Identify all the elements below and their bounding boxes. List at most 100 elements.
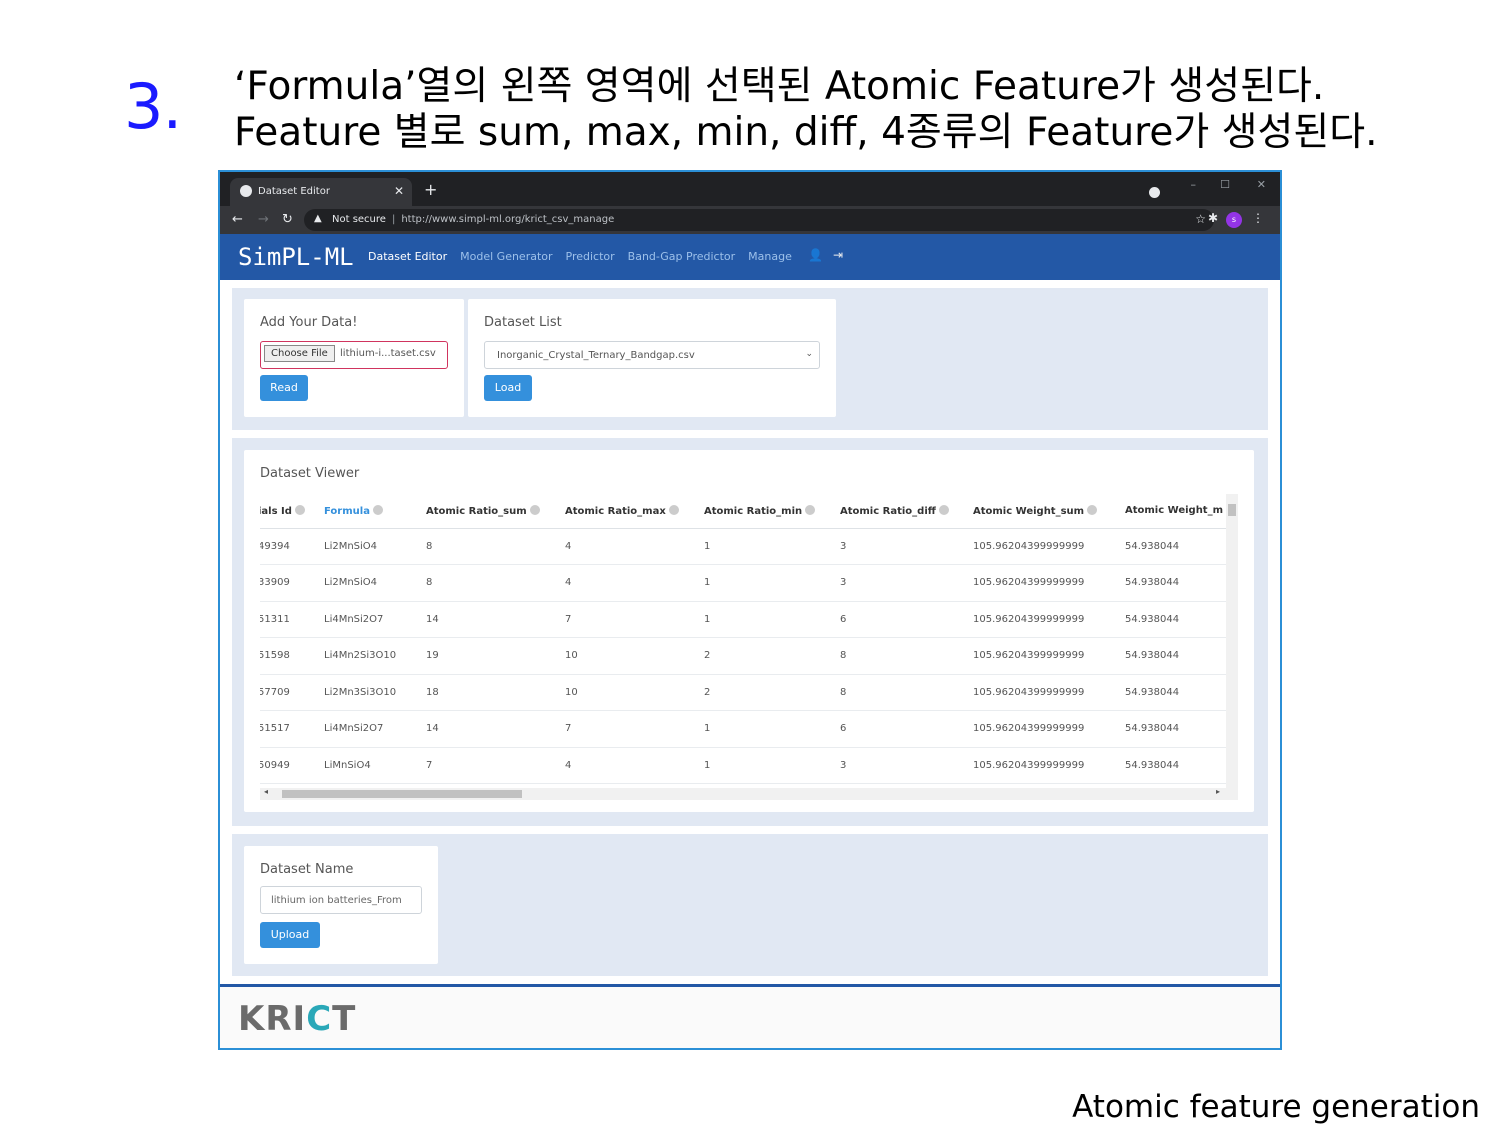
table-row: 51311 Li4MnSi2O7 14 7 1 6 105.96204399999999 54… (260, 601, 1235, 638)
table-cell: 57709 (260, 674, 324, 711)
table-cell: 54.938044 (1125, 747, 1235, 784)
nav-icons: 👤 ⇥ (808, 248, 843, 262)
table-cell: 1 (704, 528, 840, 565)
table-cell: 4 (565, 747, 704, 784)
scroll-left-arrow-icon[interactable]: ◂ (264, 787, 268, 796)
table-container[interactable]: ials Id Formula Atomic Ratio_sum Atomic … (260, 494, 1238, 800)
table-cell: 1 (704, 601, 840, 638)
dataset-name-input[interactable]: lithium ion batteries_From (260, 886, 422, 914)
column-header-formula[interactable]: Formula (324, 494, 426, 529)
column-header[interactable]: Atomic Ratio_min (704, 494, 840, 529)
table-cell: 105.96204399999999 (973, 564, 1125, 602)
account-icon[interactable] (1149, 187, 1160, 198)
krict-logo: KRICT (238, 999, 357, 1039)
table-cell: 14 (426, 601, 565, 638)
back-icon[interactable]: ← (232, 212, 243, 227)
table-body: 49394 Li2MnSiO4 8 4 1 3 105.96204399999999 54.9… (260, 528, 1235, 784)
dataset-select-value: Inorganic_Crystal_Ternary_Bandgap.csv (497, 350, 695, 361)
column-header[interactable]: Atomic Ratio_diff (840, 494, 973, 529)
table-cell: 105.96204399999999 (973, 528, 1125, 565)
dataset-viewer-title: Dataset Viewer (260, 466, 360, 481)
maximize-icon[interactable]: ☐ (1220, 178, 1230, 191)
sort-icon[interactable] (1087, 504, 1098, 515)
table-row: 57709 Li2Mn3Si3O10 18 10 2 8 105.9620439999999… (260, 674, 1235, 711)
chevron-down-icon: ⌄ (805, 349, 813, 359)
table-cell: 4 (565, 528, 704, 565)
table-cell: 7 (565, 601, 704, 638)
sort-icon[interactable] (294, 504, 305, 515)
read-button[interactable]: Read (260, 375, 308, 401)
reload-icon[interactable]: ↻ (282, 212, 293, 227)
vertical-scrollbar[interactable] (1226, 494, 1238, 788)
tab-title: Dataset Editor (258, 186, 330, 197)
user-icon[interactable]: 👤 (808, 248, 823, 262)
minimize-icon[interactable]: – (1191, 178, 1197, 191)
table-row: 33909 Li2MnSiO4 8 4 1 3 105.96204399999999 54.9… (260, 564, 1235, 602)
app-logo[interactable]: SimPL-ML (238, 243, 354, 271)
menu-icon[interactable]: ⋮ (1252, 211, 1264, 225)
sort-icon[interactable] (938, 504, 949, 515)
nav-predictor[interactable]: Predictor (566, 250, 615, 263)
sort-icon[interactable] (529, 504, 540, 515)
table-cell: 50949 (260, 747, 324, 784)
table-cell: 3 (840, 747, 973, 784)
scroll-thumb[interactable] (282, 790, 522, 798)
table-row: 49394 Li2MnSiO4 8 4 1 3 105.96204399999999 54.9… (260, 528, 1235, 565)
table-cell: Li2Mn3Si3O10 (324, 674, 426, 711)
nav-links: Dataset Editor Model Generator Predictor… (368, 250, 792, 263)
warning-icon: ▲ (314, 213, 322, 224)
nav-model-generator[interactable]: Model Generator (460, 250, 552, 263)
sort-icon[interactable] (372, 504, 383, 515)
close-window-icon[interactable]: ✕ (1257, 178, 1266, 191)
column-header[interactable]: Atomic Ratio_sum (426, 494, 565, 529)
file-input[interactable]: Choose File lithium-i...taset.csv (260, 341, 448, 369)
bookmark-star-icon[interactable]: ☆ (1195, 212, 1206, 226)
upload-button[interactable]: Upload (260, 922, 320, 948)
table-cell: 1 (704, 564, 840, 602)
sort-icon[interactable] (668, 504, 679, 515)
omnibox[interactable]: ▲ Not secure | http://www.simpl-ml.org/kri… (304, 209, 1214, 231)
dataset-select[interactable]: Inorganic_Crystal_Ternary_Bandgap.csv ⌄ (484, 341, 820, 369)
table-cell: 2 (704, 637, 840, 675)
table-cell: 54.938044 (1125, 601, 1235, 638)
table-cell: 8 (840, 674, 973, 711)
extensions-icon[interactable]: ✱ (1208, 211, 1218, 225)
dataset-viewer-card: Dataset Viewer ials Id Formula Atomic Ra… (244, 450, 1254, 812)
table-cell: 19 (426, 637, 565, 675)
nav-dataset-editor[interactable]: Dataset Editor (368, 250, 447, 263)
choose-file-button[interactable]: Choose File (264, 345, 335, 362)
dataset-list-card: Dataset List Inorganic_Crystal_Ternary_B… (468, 299, 836, 417)
table-row: 51517 Li4MnSi2O7 14 7 1 6 105.96204399999999 54… (260, 710, 1235, 748)
file-name: lithium-i...taset.csv (340, 348, 436, 359)
main-content: Add Your Data! Choose File lithium-i...t… (220, 280, 1280, 985)
table-cell: Li2MnSiO4 (324, 528, 426, 565)
column-header[interactable]: ials Id (260, 494, 324, 529)
logout-icon[interactable]: ⇥ (833, 248, 843, 262)
table-cell: 54.938044 (1125, 564, 1235, 602)
globe-icon (240, 185, 252, 197)
table-cell: 54.938044 (1125, 637, 1235, 675)
sort-icon[interactable] (805, 504, 816, 515)
nav-band-gap-predictor[interactable]: Band-Gap Predictor (628, 250, 736, 263)
close-tab-icon[interactable]: ✕ (394, 184, 404, 198)
column-header[interactable]: Atomic Weight_sum (973, 494, 1125, 529)
column-header[interactable]: Atomic Ratio_max (565, 494, 704, 529)
table-cell: 51598 (260, 637, 324, 675)
forward-icon[interactable]: → (258, 212, 269, 227)
table-cell: 8 (840, 637, 973, 675)
url-text: http://www.simpl-ml.org/krict_csv_manage (401, 214, 615, 225)
new-tab-button[interactable]: + (424, 180, 437, 199)
table-cell: 8 (426, 564, 565, 602)
column-header[interactable]: Atomic Weight_m (1125, 494, 1235, 529)
table-cell: 33909 (260, 564, 324, 602)
nav-manage[interactable]: Manage (748, 250, 792, 263)
table-cell: Li2MnSiO4 (324, 564, 426, 602)
horizontal-scrollbar[interactable]: ◂ ▸ (260, 787, 1238, 800)
scroll-right-arrow-icon[interactable]: ▸ (1216, 787, 1220, 796)
add-data-title: Add Your Data! (260, 315, 358, 330)
profile-avatar[interactable]: s (1226, 212, 1242, 228)
browser-tab[interactable]: Dataset Editor ✕ (230, 178, 412, 206)
load-button[interactable]: Load (484, 375, 532, 401)
table-cell: 8 (426, 528, 565, 565)
app-navbar: SimPL-ML Dataset Editor Model Generator … (220, 234, 1280, 280)
